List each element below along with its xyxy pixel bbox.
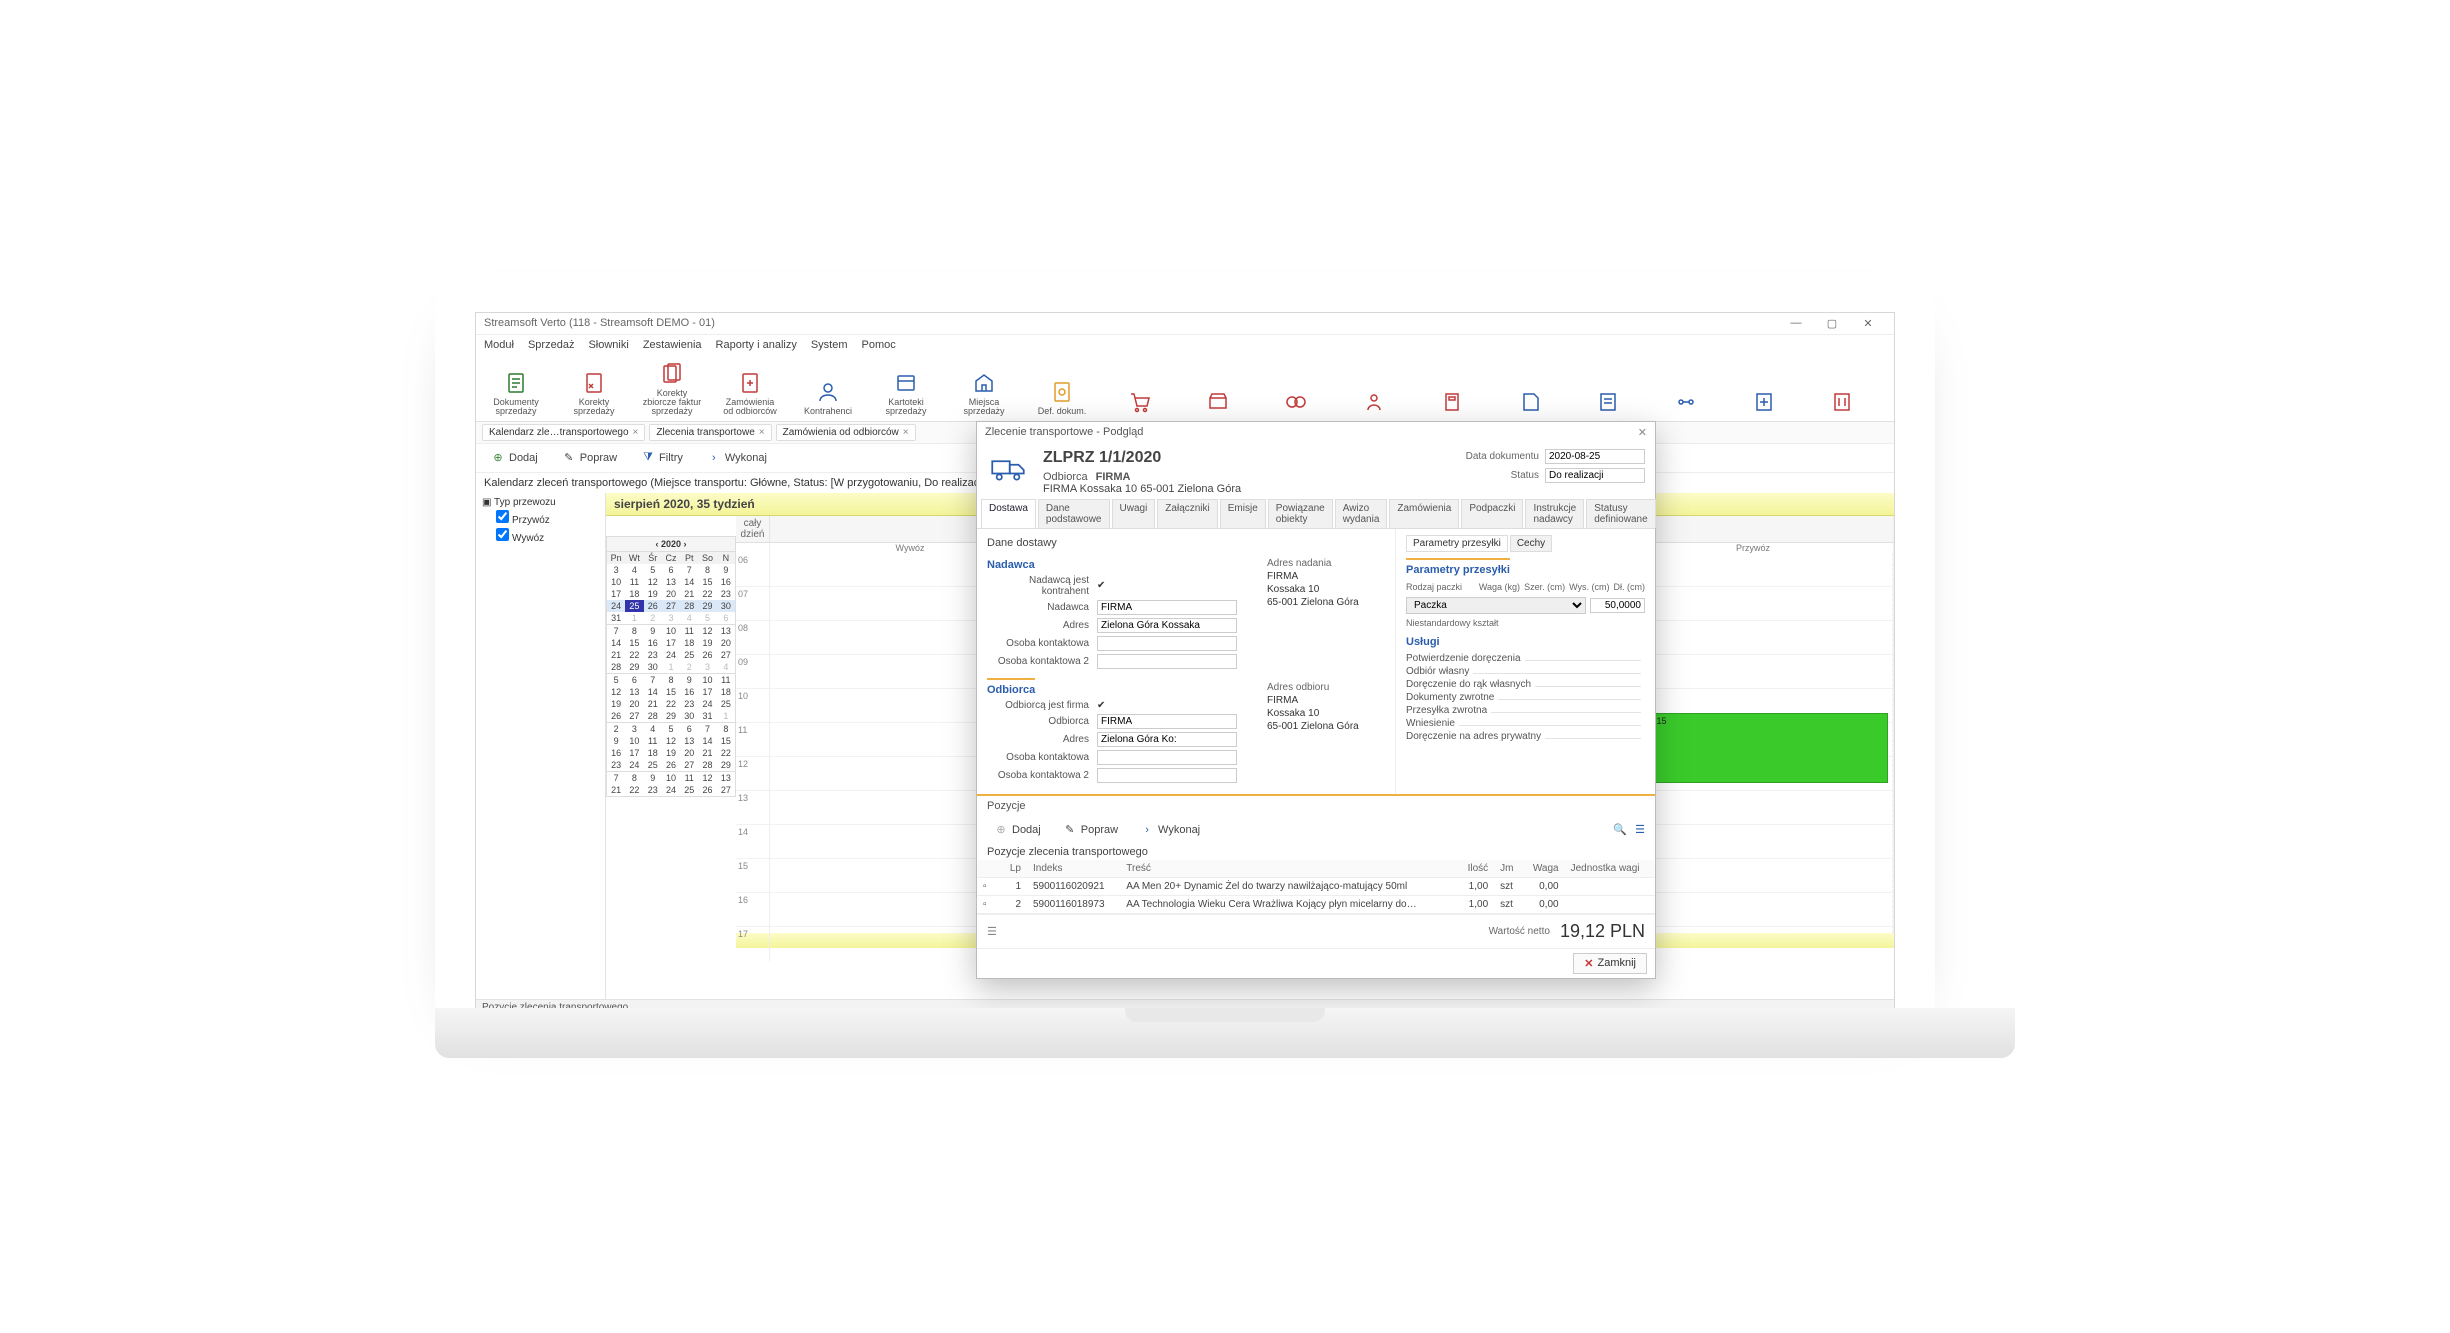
tab-statusy[interactable]: Statusy definiowane [1586, 499, 1655, 528]
close-button[interactable]: ✕ [1850, 317, 1886, 330]
minimize-button[interactable]: — [1778, 317, 1814, 329]
menu-item[interactable]: Raporty i analizy [716, 339, 797, 351]
order-number: ZLPRZ 1/1/2020 [1043, 449, 1241, 467]
filter-tree: ▣ Typ przewozu Przywóz Wywóz [476, 493, 606, 999]
ribbon-extra[interactable] [1656, 389, 1716, 417]
ribbon-extra[interactable] [1500, 389, 1560, 417]
close-button[interactable]: ✕Zamknij [1573, 953, 1647, 974]
service-row: Doręczenie na adres prywatny [1406, 730, 1645, 743]
service-row: Odbiór własny [1406, 665, 1645, 678]
tree-item[interactable]: Wywóz [482, 528, 599, 544]
close-icon[interactable]: × [759, 427, 765, 438]
menu-item[interactable]: Zestawienia [643, 339, 702, 351]
dialog-close-icon[interactable]: ✕ [1638, 426, 1647, 439]
filter-button[interactable]: ⧩Filtry [634, 448, 690, 468]
run-button[interactable]: ›Wykonaj [700, 448, 774, 468]
mini-calendar[interactable]: ‹ 2020 › PnWtŚrCzPtSoN 3456789 101112131… [606, 516, 736, 999]
maximize-button[interactable]: ▢ [1814, 317, 1850, 330]
ribbon-extra[interactable] [1422, 389, 1482, 417]
ribbon-extra[interactable] [1110, 389, 1170, 417]
menu-item[interactable]: Sprzedaż [528, 339, 574, 351]
ribbon-orders[interactable]: Zamówienia od odbiorców [720, 370, 780, 417]
tab-zamowienia[interactable]: Zamówienia [1389, 499, 1459, 528]
ribbon-extra[interactable] [1188, 389, 1248, 417]
service-row: Dokumenty zwrotne [1406, 691, 1645, 704]
service-row: Doręczenie do rąk własnych [1406, 678, 1645, 691]
ribbon-extra[interactable] [1812, 389, 1872, 417]
sender-contact1-input[interactable] [1097, 636, 1237, 651]
status-select[interactable] [1545, 468, 1645, 483]
right-tab-cechy[interactable]: Cechy [1510, 535, 1552, 552]
pos-add-button[interactable]: ⊕Dodaj [987, 820, 1048, 840]
window-title: Streamsoft Verto (118 - Streamsoft DEMO … [484, 317, 715, 329]
service-row: Potwierdzenie doręczenia [1406, 652, 1645, 665]
tab-dane[interactable]: Dane podstawowe [1038, 499, 1110, 528]
ribbon-places[interactable]: Miejsca sprzedaży [954, 370, 1014, 417]
ribbon-corrections[interactable]: Korekty sprzedaży [564, 370, 624, 417]
menu-bar: Moduł Sprzedaż Słowniki Zestawienia Rapo… [476, 335, 1894, 355]
sender-contact2-input[interactable] [1097, 654, 1237, 669]
window-titlebar: Streamsoft Verto (118 - Streamsoft DEMO … [476, 313, 1894, 335]
sender-addr-input[interactable] [1097, 618, 1237, 633]
menu-item[interactable]: System [811, 339, 848, 351]
positions-table: Lp Indeks Treść Ilość Jm Waga Jednostka … [977, 860, 1655, 914]
document-date-input[interactable] [1545, 449, 1645, 464]
ribbon-extra[interactable] [1344, 389, 1404, 417]
ribbon-extra[interactable] [1578, 389, 1638, 417]
tab-transport-orders[interactable]: Zlecenia transportowe× [649, 424, 771, 441]
ribbon-extra[interactable] [1734, 389, 1794, 417]
add-button[interactable]: ⊕Dodaj [484, 448, 545, 468]
tab-podpaczki[interactable]: Podpaczki [1461, 499, 1523, 528]
menu-item[interactable]: Pomoc [862, 339, 896, 351]
ribbon-contractors[interactable]: Kontrahenci [798, 379, 858, 416]
app-window: Streamsoft Verto (118 - Streamsoft DEMO … [475, 312, 1895, 1012]
weight-input[interactable] [1590, 598, 1645, 613]
tab-powiazane[interactable]: Powiązane obiekty [1268, 499, 1333, 528]
edit-button[interactable]: ✎Popraw [555, 448, 624, 468]
tree-root[interactable]: ▣ Typ przewozu [482, 497, 599, 508]
ribbon-catalogs[interactable]: Kartoteki sprzedaży [876, 370, 936, 417]
ribbon-documents[interactable]: Dokumenty sprzedaży [486, 370, 546, 417]
tab-emisje[interactable]: Emisje [1220, 499, 1266, 528]
pkg-type-select[interactable]: Paczka [1406, 597, 1586, 614]
receiver-contact2-input[interactable] [1097, 768, 1237, 783]
dialog-title: Zlecenie transportowe - Podgląd [985, 426, 1143, 438]
search-icon[interactable]: 🔍 [1613, 823, 1627, 836]
tree-item[interactable]: Przywóz [482, 510, 599, 526]
menu-item[interactable]: Moduł [484, 339, 514, 351]
close-icon[interactable]: × [903, 427, 909, 438]
table-row[interactable]: ▫25900116018973AA Technologia Wieku Cera… [977, 895, 1655, 913]
receiver-contact1-input[interactable] [1097, 750, 1237, 765]
close-icon[interactable]: × [633, 427, 639, 438]
menu-item[interactable]: Słowniki [588, 339, 628, 351]
tab-customer-orders[interactable]: Zamówienia od odbiorców× [776, 424, 916, 441]
tab-uwagi[interactable]: Uwagi [1112, 499, 1156, 528]
receiver-name-input[interactable] [1097, 714, 1237, 729]
list-icon[interactable]: ☰ [1635, 823, 1645, 836]
pos-edit-button[interactable]: ✎Popraw [1056, 820, 1125, 840]
tab-instrukcje[interactable]: Instrukcje nadawcy [1525, 499, 1584, 528]
receiver-addr-input[interactable] [1097, 732, 1237, 747]
pos-run-button[interactable]: ›Wykonaj [1133, 820, 1207, 840]
time-labels: 060708091011121314151617 [736, 553, 770, 961]
truck-icon [987, 449, 1029, 491]
ribbon-extra[interactable] [1266, 389, 1326, 417]
transport-order-dialog: Zlecenie transportowe - Podgląd ✕ ZLPRZ … [976, 421, 1656, 979]
service-row: Przesyłka zwrotna [1406, 704, 1645, 717]
tab-zalaczniki[interactable]: Załączniki [1157, 499, 1217, 528]
tab-dostawa[interactable]: Dostawa [981, 499, 1036, 528]
service-row: Wniesienie [1406, 717, 1645, 730]
dialog-tabs: Dostawa Dane podstawowe Uwagi Załączniki… [977, 499, 1655, 529]
ribbon-toolbar: Dokumenty sprzedaży Korekty sprzedaży Ko… [476, 355, 1894, 422]
table-row[interactable]: ▫15900116020921AA Men 20+ Dynamic Żel do… [977, 877, 1655, 895]
right-tab-params[interactable]: Parametry przesyłki [1406, 535, 1508, 552]
tab-awizo[interactable]: Awizo wydania [1335, 499, 1388, 528]
tab-calendar[interactable]: Kalendarz zle…transportowego× [482, 424, 645, 441]
ribbon-def[interactable]: Def. dokum. [1032, 379, 1092, 416]
ribbon-bulk-corrections[interactable]: Korekty zbiorcze faktur sprzedaży [642, 361, 702, 417]
menu-icon[interactable]: ☰ [987, 925, 997, 938]
sender-name-input[interactable] [1097, 600, 1237, 615]
